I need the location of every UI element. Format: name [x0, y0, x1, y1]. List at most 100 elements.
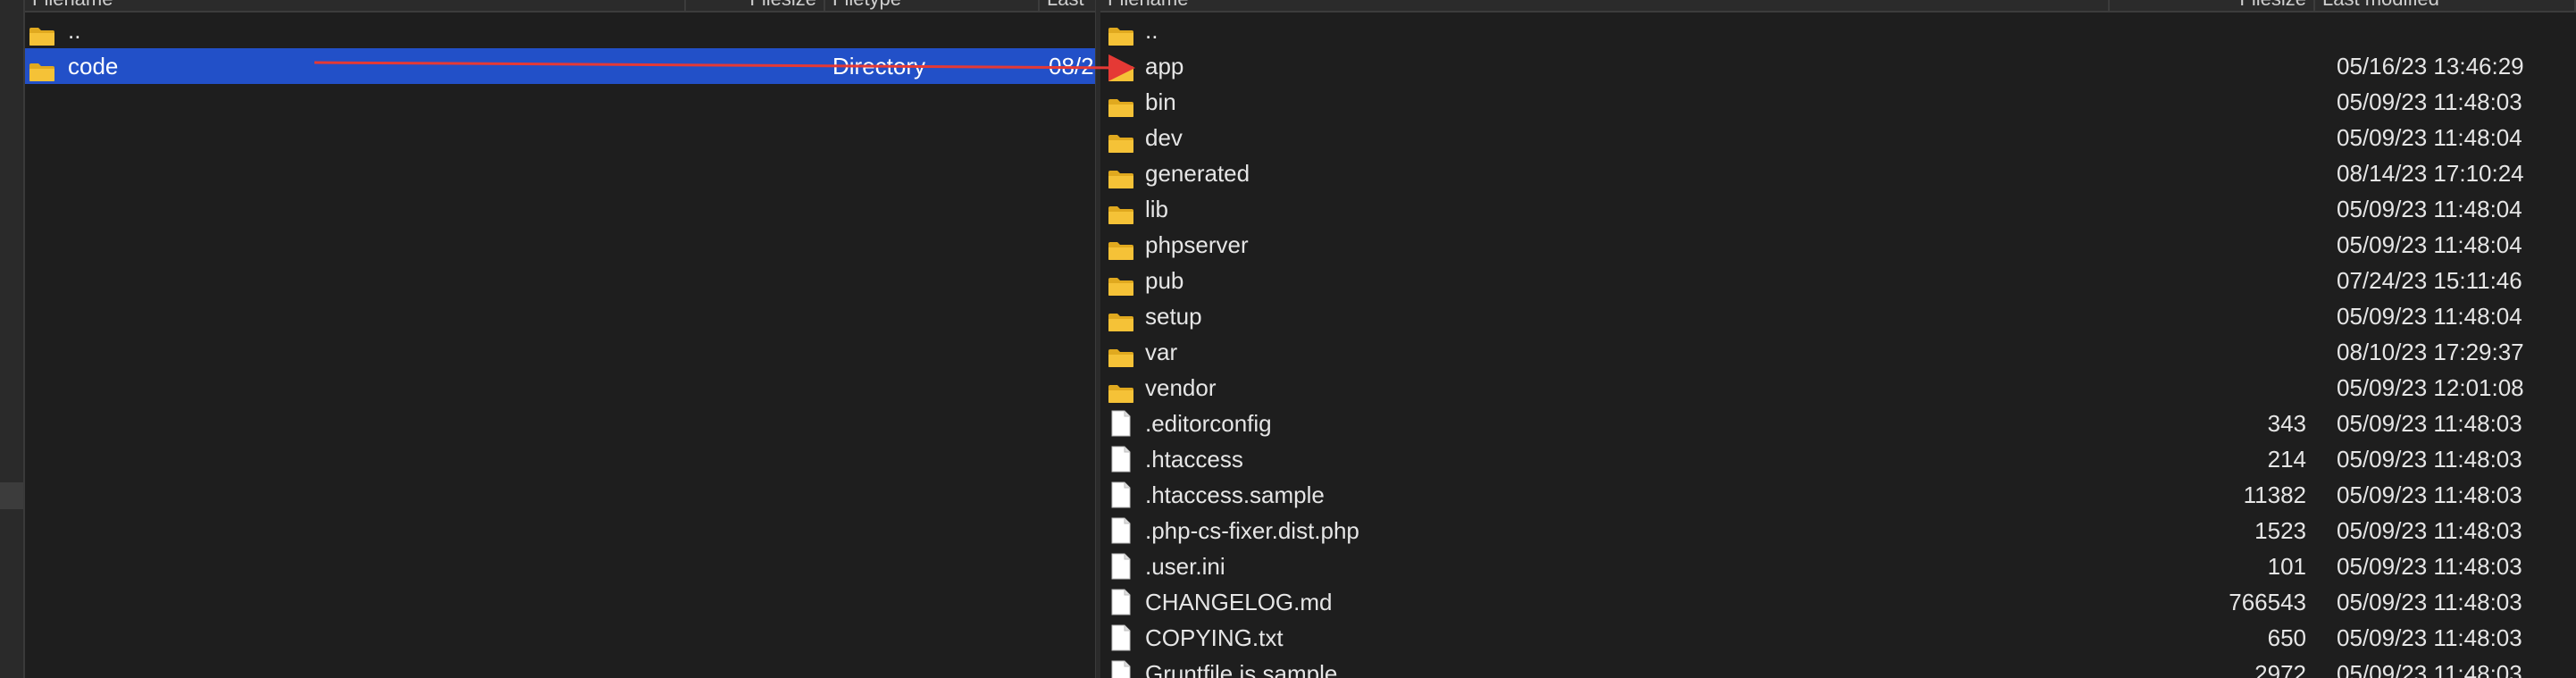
file-type: Directory: [832, 53, 926, 80]
list-item[interactable]: dev 05/09/23 11:48:04: [1100, 120, 2576, 155]
file-size: 650: [2267, 624, 2306, 651]
column-last-modified[interactable]: Last: [1040, 0, 1095, 11]
list-item[interactable]: setup 05/09/23 11:48:04: [1100, 298, 2576, 334]
file-size: [2110, 84, 2306, 120]
folder-icon: [1108, 92, 1134, 117]
remote-file-pane[interactable]: Filename ^ Filesize Last modified .. app…: [1100, 0, 2576, 678]
file-modified: 05/09/23 11:48:03: [2337, 589, 2522, 615]
list-item[interactable]: var 08/10/23 17:29:37: [1100, 334, 2576, 370]
file-name: generated: [1145, 160, 1250, 187]
list-item[interactable]: app 05/16/23 13:46:29: [1100, 48, 2576, 84]
list-item[interactable]: ..: [25, 13, 1095, 48]
file-size: 766543: [2229, 589, 2306, 615]
file-name: Gruntfile.js.sample: [1145, 660, 1338, 678]
folder-icon: [1108, 271, 1134, 296]
column-filename-label: Filename: [1108, 0, 1188, 10]
file-size: [2110, 263, 2306, 298]
file-size: 1523: [2254, 517, 2306, 544]
file-size: 214: [2267, 446, 2306, 473]
file-modified: 05/09/23 11:48:03: [2337, 660, 2522, 678]
file-name: vendor: [1145, 374, 1217, 401]
file-modified: 08/10/23 17:29:37: [2337, 339, 2524, 365]
folder-icon: [1108, 199, 1134, 224]
column-filesize[interactable]: Filesize: [686, 0, 825, 11]
file-size: [2110, 334, 2306, 370]
folder-icon: [1108, 342, 1134, 367]
list-item[interactable]: pub 07/24/23 15:11:46: [1100, 263, 2576, 298]
file-name: lib: [1145, 196, 1169, 222]
list-item[interactable]: phpserver 05/09/23 11:48:04: [1100, 227, 2576, 263]
folder-icon: [1108, 128, 1134, 153]
column-last-modified[interactable]: Last modified: [2315, 0, 2576, 11]
local-column-header: Filename Filesize Filetype Last: [25, 0, 1095, 13]
file-size: [2110, 298, 2306, 334]
column-filetype[interactable]: Filetype: [825, 0, 1040, 11]
file-modified: 08/14/23 17:10:24: [2337, 160, 2524, 187]
file-icon: [1111, 624, 1131, 651]
file-size: [2110, 155, 2306, 191]
file-name: ..: [1145, 17, 1158, 44]
file-icon: [1111, 446, 1131, 473]
file-name: ..: [68, 17, 81, 44]
file-size: [2110, 227, 2306, 263]
file-size: 2972: [2254, 660, 2306, 678]
list-item[interactable]: COPYING.txt 650 05/09/23 11:48:03: [1100, 620, 2576, 656]
file-modified: 08/2: [1049, 53, 1094, 80]
file-modified: 05/09/23 11:48:03: [2337, 517, 2522, 544]
list-item[interactable]: .user.ini 101 05/09/23 11:48:03: [1100, 548, 2576, 584]
list-item[interactable]: Gruntfile.js.sample 2972 05/09/23 11:48:…: [1100, 656, 2576, 678]
folder-icon: [1108, 235, 1134, 260]
file-icon: [1111, 517, 1131, 544]
side-strip: [0, 0, 25, 678]
list-item[interactable]: .editorconfig 343 05/09/23 11:48:03: [1100, 406, 2576, 441]
file-modified: 07/24/23 15:11:46: [2337, 267, 2522, 294]
list-item[interactable]: vendor 05/09/23 12:01:08: [1100, 370, 2576, 406]
column-filename[interactable]: Filename: [25, 0, 686, 11]
file-name: COPYING.txt: [1145, 624, 1284, 651]
column-filesize[interactable]: Filesize: [2110, 0, 2315, 11]
file-modified: 05/09/23 11:48:03: [2337, 553, 2522, 580]
list-item[interactable]: .htaccess.sample 11382 05/09/23 11:48:03: [1100, 477, 2576, 513]
file-modified: 05/09/23 12:01:08: [2337, 374, 2524, 401]
file-name: app: [1145, 53, 1184, 80]
file-type: [832, 13, 1038, 48]
file-icon: [1111, 553, 1131, 580]
file-modified: 05/09/23 11:48:04: [2337, 231, 2522, 258]
list-item[interactable]: bin 05/09/23 11:48:03: [1100, 84, 2576, 120]
file-name: .htaccess: [1145, 446, 1243, 473]
file-icon: [1111, 410, 1131, 437]
folder-icon: [29, 21, 55, 46]
file-name: .user.ini: [1145, 553, 1225, 580]
list-item[interactable]: .php-cs-fixer.dist.php 1523 05/09/23 11:…: [1100, 513, 2576, 548]
file-size: [2110, 120, 2306, 155]
side-strip-marker: [0, 482, 23, 509]
file-name: code: [68, 53, 119, 80]
file-modified: 05/09/23 11:48:03: [2337, 410, 2522, 437]
list-item-selected[interactable]: code Directory 08/2: [25, 48, 1095, 84]
file-name: bin: [1145, 88, 1176, 115]
file-name: dev: [1145, 124, 1183, 151]
list-item[interactable]: generated 08/14/23 17:10:24: [1100, 155, 2576, 191]
folder-icon: [29, 56, 55, 81]
file-modified: 05/09/23 11:48:03: [2337, 481, 2522, 508]
column-filename[interactable]: Filename ^: [1100, 0, 2110, 11]
file-name: .htaccess.sample: [1145, 481, 1325, 508]
file-size: 343: [2267, 410, 2306, 437]
file-modified: 05/09/23 11:48:03: [2337, 446, 2522, 473]
file-size: [2110, 13, 2306, 48]
list-item[interactable]: CHANGELOG.md 766543 05/09/23 11:48:03: [1100, 584, 2576, 620]
file-modified: 05/09/23 11:48:04: [2337, 196, 2522, 222]
folder-icon: [1108, 306, 1134, 331]
local-file-pane[interactable]: Filename Filesize Filetype Last .. code …: [25, 0, 1095, 678]
file-size: [2110, 191, 2306, 227]
list-item[interactable]: ..: [1100, 13, 2576, 48]
list-item[interactable]: .htaccess 214 05/09/23 11:48:03: [1100, 441, 2576, 477]
file-modified: [1049, 13, 1095, 48]
folder-icon: [1108, 163, 1134, 188]
file-modified: 05/09/23 11:48:04: [2337, 124, 2522, 151]
list-item[interactable]: lib 05/09/23 11:48:04: [1100, 191, 2576, 227]
file-modified: 05/09/23 11:48:03: [2337, 88, 2522, 115]
file-size: [2110, 370, 2306, 406]
file-name: CHANGELOG.md: [1145, 589, 1333, 615]
file-name: .php-cs-fixer.dist.php: [1145, 517, 1359, 544]
